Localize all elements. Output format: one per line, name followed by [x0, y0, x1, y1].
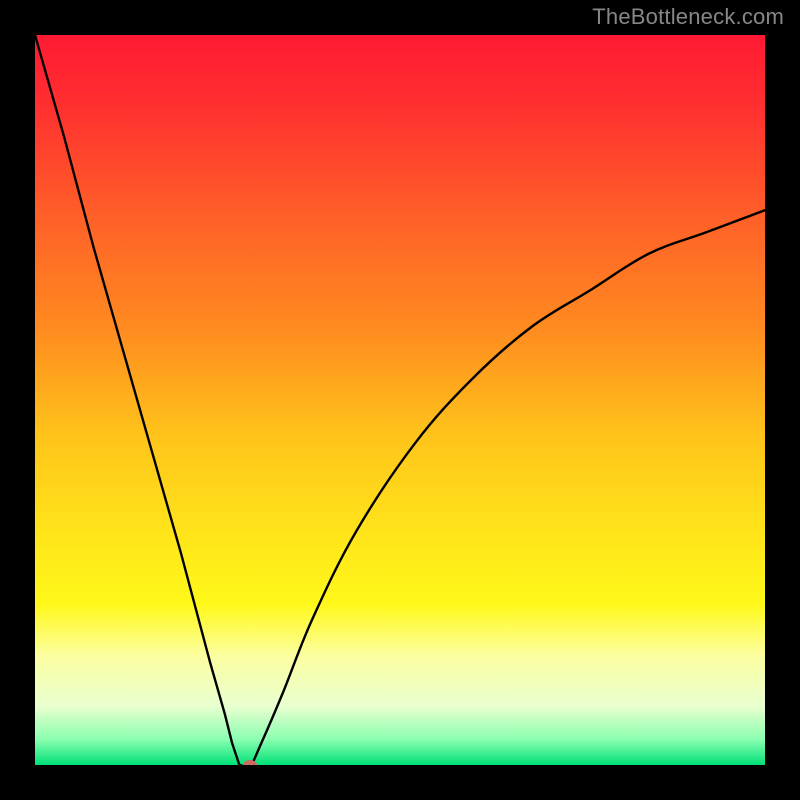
curve-layer	[35, 35, 765, 765]
bottleneck-curve	[35, 35, 765, 765]
plot-area	[35, 35, 765, 765]
watermark-text: TheBottleneck.com	[592, 4, 784, 30]
chart-frame: TheBottleneck.com	[0, 0, 800, 800]
minimum-marker	[243, 760, 257, 765]
